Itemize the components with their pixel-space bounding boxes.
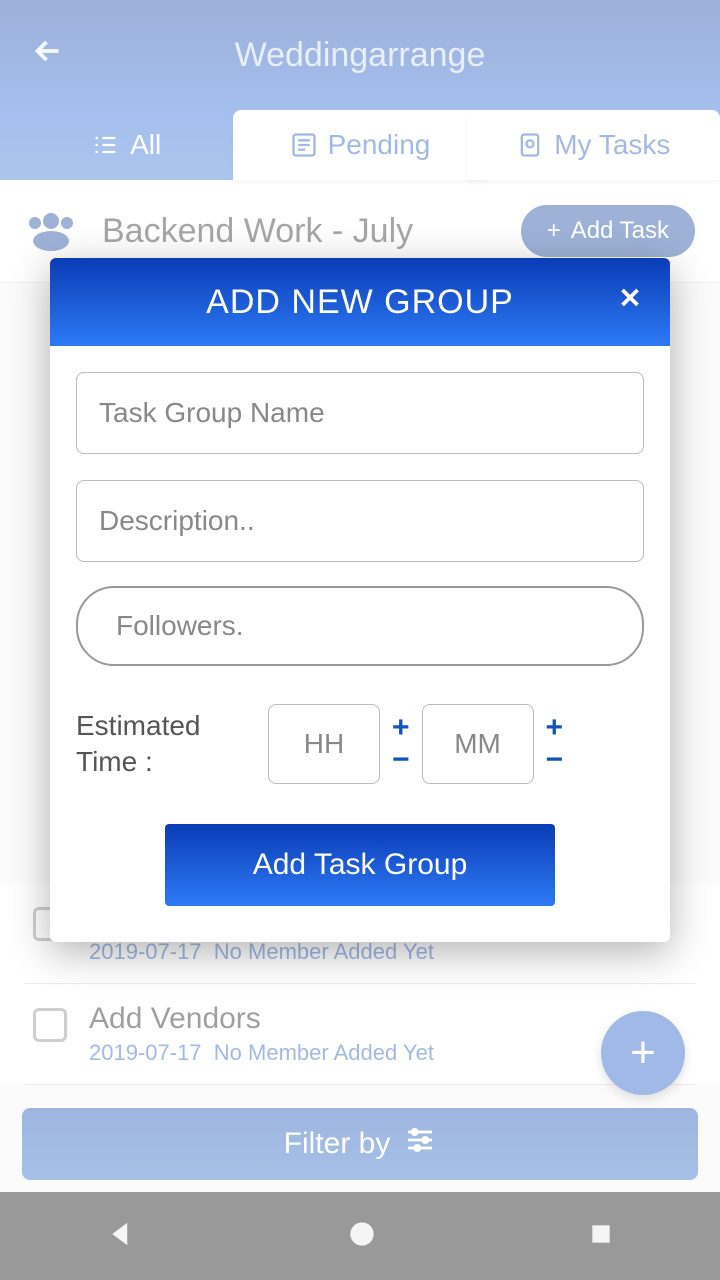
close-icon[interactable] xyxy=(615,283,645,322)
add-task-group-button[interactable]: Add Task Group xyxy=(165,824,555,906)
group-name-input[interactable] xyxy=(76,372,644,454)
hours-plus-icon[interactable]: + xyxy=(392,713,410,743)
description-input[interactable] xyxy=(76,480,644,562)
hours-minus-icon[interactable]: − xyxy=(392,745,410,775)
hours-stepper: + − xyxy=(392,713,410,775)
modal-body: Estimated Time : + − + − Add Task Group xyxy=(50,346,670,942)
modal-overlay[interactable]: ADD NEW GROUP Estimated Time : + − xyxy=(0,0,720,1280)
estimated-time-label: Estimated Time : xyxy=(76,708,256,781)
estimated-time-row: Estimated Time : + − + − xyxy=(76,704,644,784)
followers-input[interactable] xyxy=(76,586,644,666)
hours-input[interactable] xyxy=(268,704,380,784)
minutes-plus-icon[interactable]: + xyxy=(546,713,564,743)
modal-header: ADD NEW GROUP xyxy=(50,258,670,346)
modal-title: ADD NEW GROUP xyxy=(206,283,514,322)
minutes-minus-icon[interactable]: − xyxy=(546,745,564,775)
minutes-input[interactable] xyxy=(422,704,534,784)
minutes-stepper: + − xyxy=(546,713,564,775)
add-group-modal: ADD NEW GROUP Estimated Time : + − xyxy=(50,258,670,942)
